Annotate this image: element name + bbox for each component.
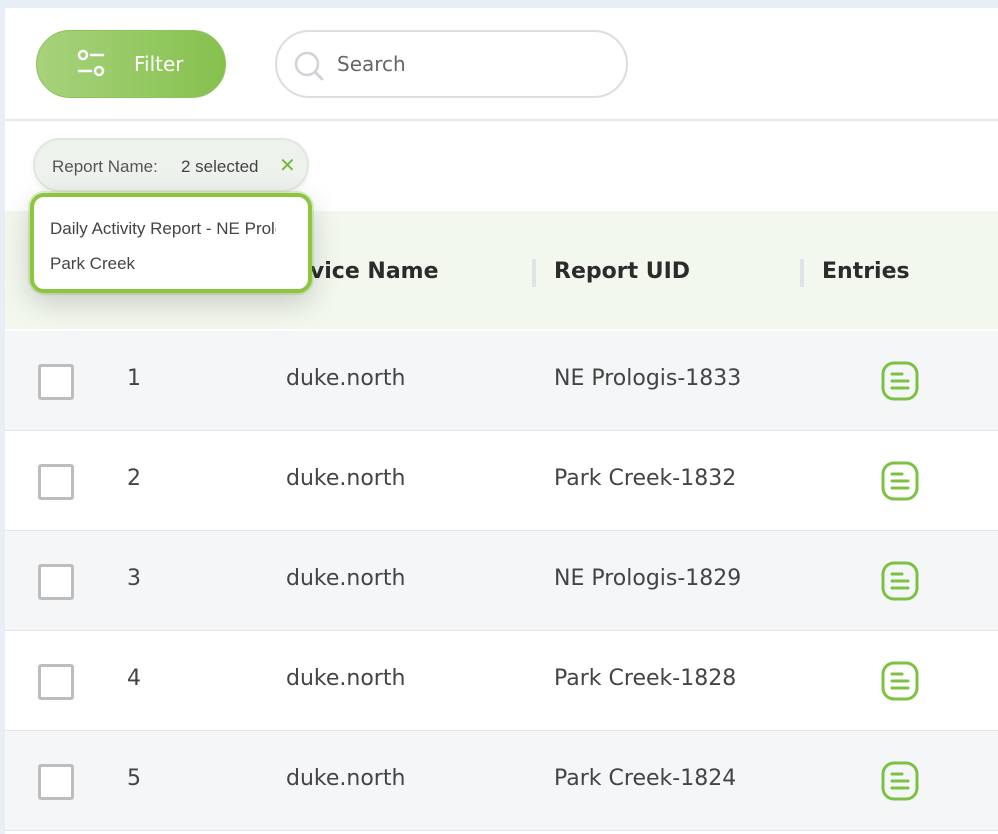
column-header-report-uid[interactable]: Report UID <box>554 259 690 284</box>
document-lines-icon[interactable] <box>881 461 919 501</box>
search-input[interactable] <box>337 46 607 82</box>
row-index: 1 <box>127 366 141 391</box>
device-name-cell: duke.north <box>286 366 406 391</box>
table-row[interactable]: 5 duke.north Park Creek-1824 <box>5 731 998 831</box>
row-checkbox[interactable] <box>38 564 74 600</box>
search-icon <box>294 51 324 81</box>
search-box[interactable] <box>275 30 628 98</box>
report-uid-cell: Park Creek-1824 <box>554 766 737 791</box>
report-uid-cell: Park Creek-1828 <box>554 666 737 691</box>
filter-button-label: Filter <box>134 52 184 76</box>
column-divider[interactable] <box>532 259 536 287</box>
sliders-icon <box>77 49 105 77</box>
filter-chip-key: Report Name: <box>52 157 158 176</box>
dropdown-option[interactable]: Daily Activity Report - NE Prologis <box>50 219 276 239</box>
column-divider[interactable] <box>800 259 804 287</box>
row-index: 4 <box>127 666 141 691</box>
device-name-cell: duke.north <box>286 666 406 691</box>
column-header-device-name[interactable]: evice Name <box>295 259 439 284</box>
filter-chip-value: 2 selected <box>181 157 259 176</box>
row-index: 5 <box>127 766 141 791</box>
device-name-cell: duke.north <box>286 566 406 591</box>
toolbar: Filter <box>5 8 998 121</box>
row-checkbox[interactable] <box>38 364 74 400</box>
row-checkbox[interactable] <box>38 664 74 700</box>
row-index: 3 <box>127 566 141 591</box>
document-lines-icon[interactable] <box>881 561 919 601</box>
table-row[interactable]: 2 duke.north Park Creek-1832 <box>5 431 998 531</box>
device-name-cell: duke.north <box>286 466 406 491</box>
table-row[interactable]: 4 duke.north Park Creek-1828 <box>5 631 998 731</box>
dropdown-option[interactable]: Park Creek <box>50 254 276 274</box>
report-uid-cell: NE Prologis-1829 <box>554 566 742 591</box>
filter-button[interactable]: Filter <box>36 30 226 98</box>
column-header-entries[interactable]: Entries <box>822 259 910 284</box>
document-lines-icon[interactable] <box>881 661 919 701</box>
report-uid-cell: NE Prologis-1833 <box>554 366 742 391</box>
filter-options-dropdown: Daily Activity Report - NE Prologis Park… <box>30 193 312 293</box>
row-checkbox[interactable] <box>38 764 74 800</box>
table-row[interactable]: 3 duke.north NE Prologis-1829 <box>5 531 998 631</box>
report-list-panel: Filter Report Name: 2 selected ✕ evice N… <box>5 8 998 834</box>
report-uid-cell: Park Creek-1832 <box>554 466 737 491</box>
device-name-cell: duke.north <box>286 766 406 791</box>
row-index: 2 <box>127 466 141 491</box>
close-icon[interactable]: ✕ <box>279 153 296 178</box>
row-checkbox[interactable] <box>38 464 74 500</box>
document-lines-icon[interactable] <box>881 761 919 801</box>
table-row[interactable]: 1 duke.north NE Prologis-1833 <box>5 331 998 431</box>
document-lines-icon[interactable] <box>881 361 919 401</box>
active-filter-chip[interactable]: Report Name: 2 selected ✕ <box>33 138 309 192</box>
